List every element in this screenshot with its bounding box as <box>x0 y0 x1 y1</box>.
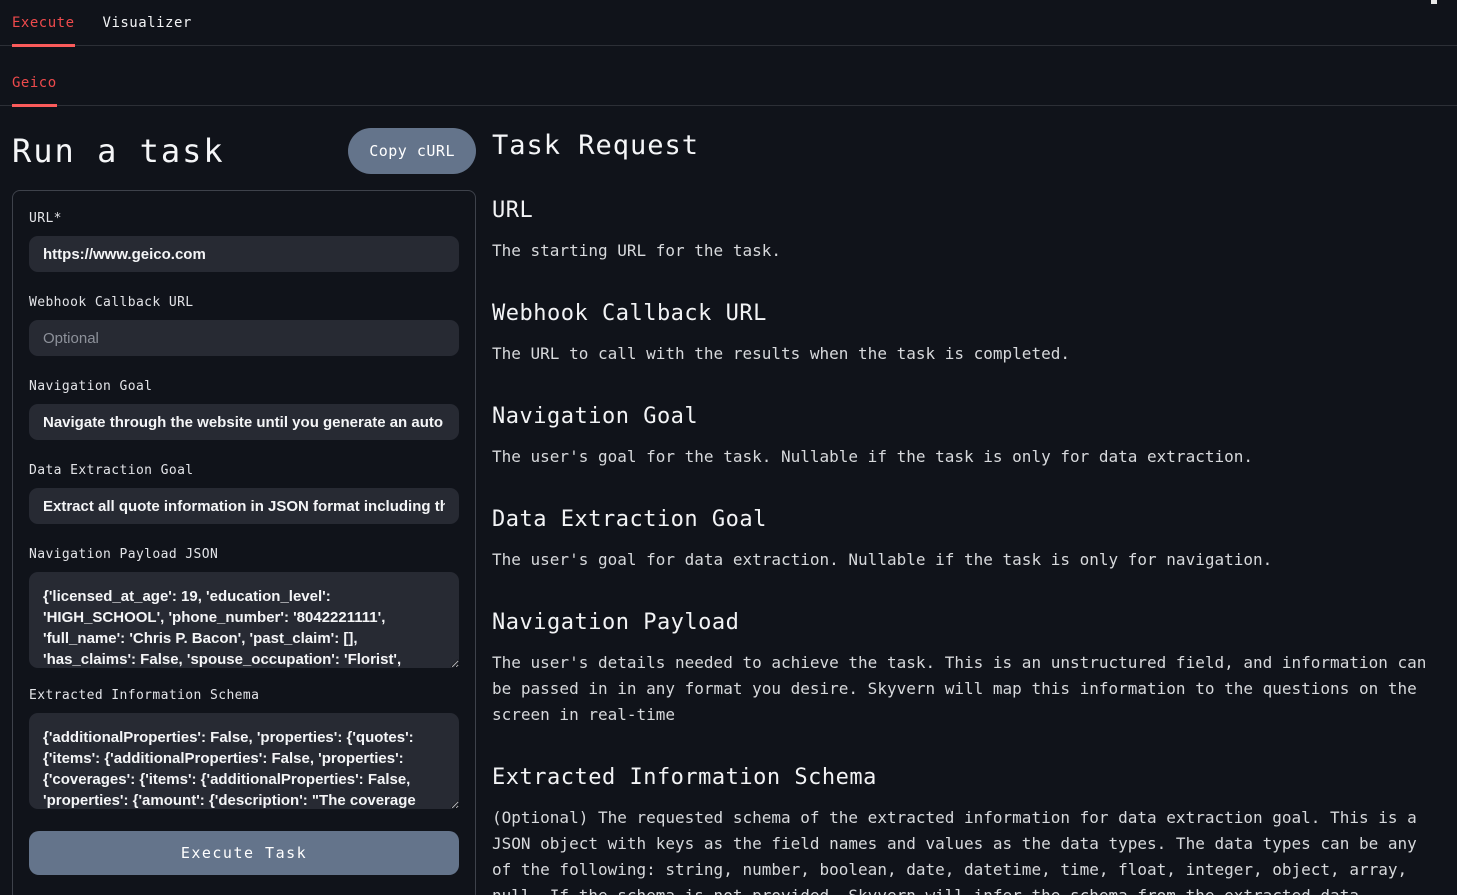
doc-section-webhook: Webhook Callback URL The URL to call wit… <box>492 301 1438 367</box>
section-heading: Webhook Callback URL <box>492 301 1438 326</box>
navigation-payload-field-group: Navigation Payload JSON {'licensed_at_ag… <box>29 547 459 668</box>
task-request-title: Task Request <box>492 130 1438 161</box>
execute-task-button[interactable]: Execute Task <box>29 831 459 875</box>
section-heading: Navigation Goal <box>492 404 1438 429</box>
section-heading: Extracted Information Schema <box>492 765 1438 790</box>
extracted-schema-textarea[interactable]: {'additionalProperties': False, 'propert… <box>29 713 459 809</box>
scrollbar-thumb[interactable] <box>1431 0 1437 4</box>
navigation-payload-textarea[interactable]: {'licensed_at_age': 19, 'education_level… <box>29 572 459 668</box>
navigation-goal-label: Navigation Goal <box>29 379 459 394</box>
section-body: The starting URL for the task. <box>492 238 1438 264</box>
extracted-schema-label: Extracted Information Schema <box>29 688 459 703</box>
copy-curl-button[interactable]: Copy cURL <box>348 128 476 174</box>
section-heading: Navigation Payload <box>492 610 1438 635</box>
url-input[interactable] <box>29 236 459 272</box>
url-field-group: URL* <box>29 211 459 272</box>
task-form-card: URL* Webhook Callback URL Navigation Goa… <box>12 190 476 895</box>
data-extraction-goal-input[interactable] <box>29 488 459 524</box>
doc-section-url: URL The starting URL for the task. <box>492 198 1438 264</box>
sub-tabbar: Geico <box>0 46 1457 106</box>
webhook-field-group: Webhook Callback URL <box>29 295 459 356</box>
task-request-panel: Task Request URL The starting URL for th… <box>492 106 1438 895</box>
doc-section-navigation-payload: Navigation Payload The user's details ne… <box>492 610 1438 728</box>
section-body: The user's goal for the task. Nullable i… <box>492 444 1438 470</box>
section-body: The user's goal for data extraction. Nul… <box>492 547 1438 573</box>
url-label: URL* <box>29 211 459 226</box>
run-task-panel: Run a task Copy cURL URL* Webhook Callba… <box>12 106 476 895</box>
data-extraction-goal-label: Data Extraction Goal <box>29 463 459 478</box>
navigation-goal-field-group: Navigation Goal <box>29 379 459 440</box>
tab-execute[interactable]: Execute <box>12 0 75 45</box>
doc-section-extracted-schema: Extracted Information Schema (Optional) … <box>492 765 1438 895</box>
tab-geico[interactable]: Geico <box>12 46 57 105</box>
run-task-header: Run a task Copy cURL <box>12 128 476 174</box>
main-tabbar: Execute Visualizer <box>0 0 1457 46</box>
tab-visualizer[interactable]: Visualizer <box>103 0 192 45</box>
doc-section-data-extraction-goal: Data Extraction Goal The user's goal for… <box>492 507 1438 573</box>
section-body: The user's details needed to achieve the… <box>492 650 1438 728</box>
page-title: Run a task <box>12 132 225 170</box>
extracted-schema-field-group: Extracted Information Schema {'additiona… <box>29 688 459 809</box>
section-heading: Data Extraction Goal <box>492 507 1438 532</box>
section-heading: URL <box>492 198 1438 223</box>
navigation-goal-input[interactable] <box>29 404 459 440</box>
section-body: (Optional) The requested schema of the e… <box>492 805 1438 895</box>
section-body: The URL to call with the results when th… <box>492 341 1438 367</box>
main-content: Run a task Copy cURL URL* Webhook Callba… <box>0 106 1457 895</box>
webhook-input[interactable] <box>29 320 459 356</box>
data-extraction-goal-field-group: Data Extraction Goal <box>29 463 459 524</box>
navigation-payload-label: Navigation Payload JSON <box>29 547 459 562</box>
webhook-label: Webhook Callback URL <box>29 295 459 310</box>
doc-section-navigation-goal: Navigation Goal The user's goal for the … <box>492 404 1438 470</box>
